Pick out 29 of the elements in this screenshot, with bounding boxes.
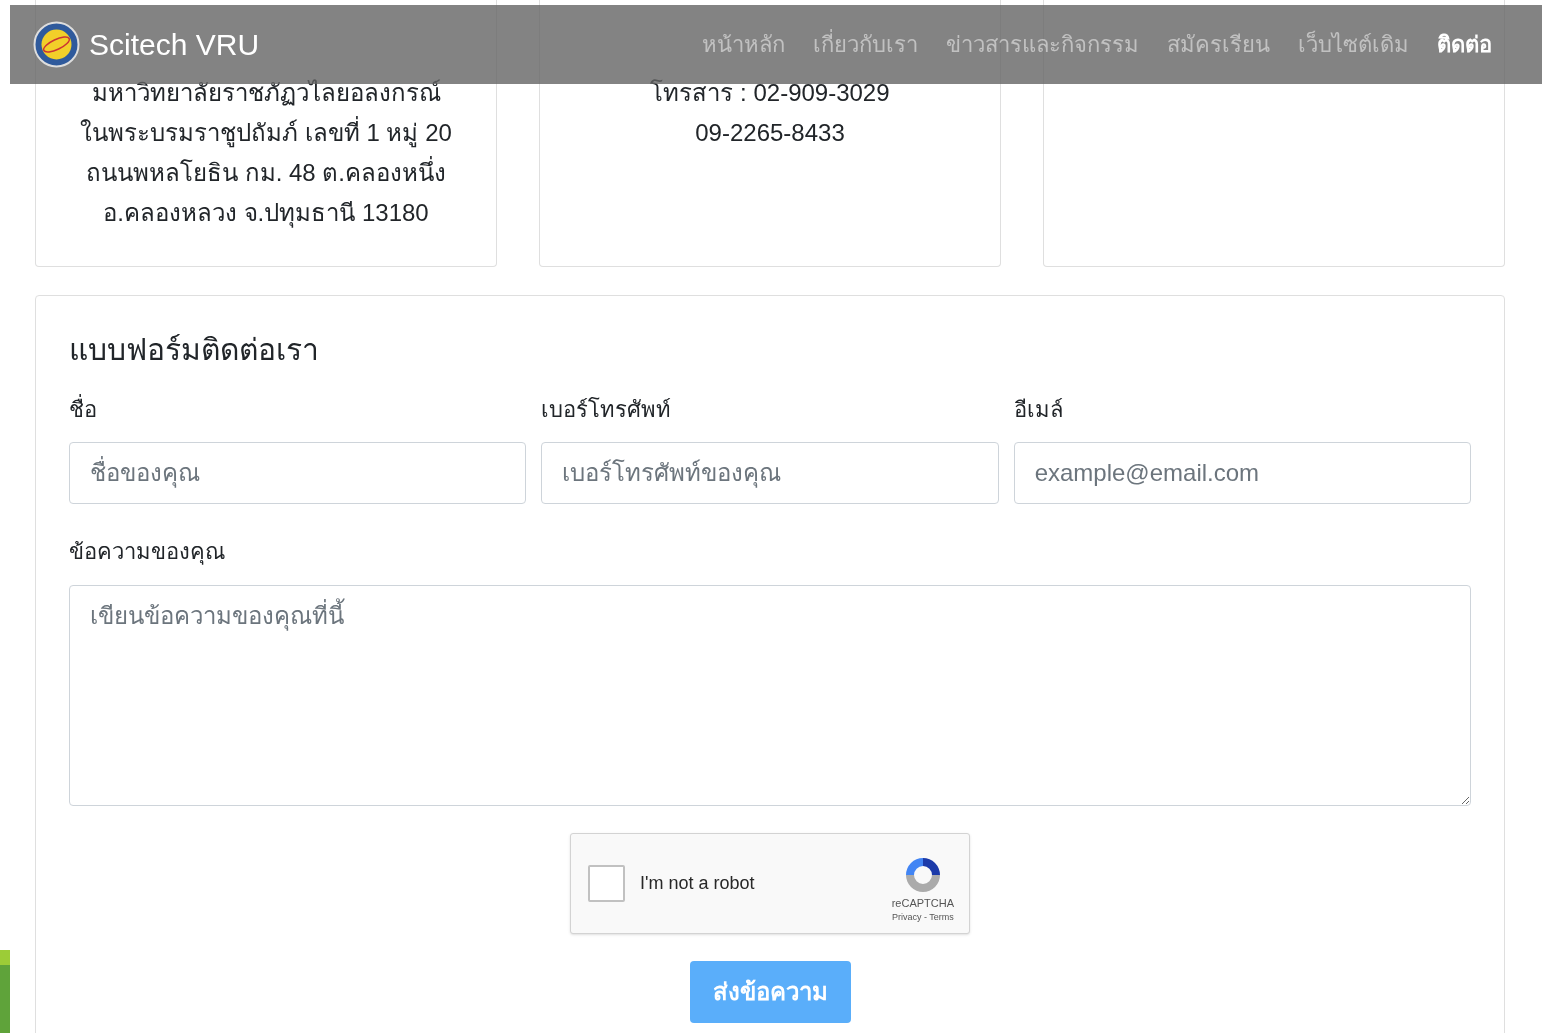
recaptcha-links[interactable]: Privacy - Terms xyxy=(891,909,954,924)
nav-link[interactable]: ข่าวสารและกิจกรรม xyxy=(946,28,1139,61)
captcha-checkbox[interactable] xyxy=(588,865,625,902)
info-text: มหาวิทยาลัยราชภัฏวไลยอลงกรณ์ xyxy=(91,78,441,108)
info-text: ถนนพหลโยธิน กม. 48 ต.คลองหนึ่ง xyxy=(85,153,446,193)
nav-link[interactable]: ติดต่อ xyxy=(1437,28,1492,61)
nav-link[interactable]: สมัครเรียน xyxy=(1167,28,1270,61)
field-label: ข้อความของคุณ xyxy=(69,538,225,567)
info-text: 09-2265-8433 xyxy=(695,118,845,148)
message-field[interactable]: เขียนข้อความของคุณที่นี้ xyxy=(69,585,1471,806)
info-text: ในพระบรมราชูปถัมภ์ เลขที่ 1 หมู่ 20 xyxy=(80,113,452,153)
input-field[interactable]: ชื่อของคุณ xyxy=(69,442,527,504)
field-label: ชื่อ xyxy=(69,390,97,430)
nav-link[interactable]: เกี่ยวกับเรา xyxy=(813,28,918,61)
side-tab[interactable] xyxy=(0,950,10,1033)
field-label: เบอร์โทรศัพท์ xyxy=(541,396,672,424)
nav-link[interactable]: เว็บไซต์เดิม xyxy=(1298,28,1409,61)
recaptcha-brand: reCAPTCHA xyxy=(891,895,954,910)
nav-link[interactable]: หน้าหลัก xyxy=(702,28,785,61)
input-field[interactable]: เบอร์โทรศัพท์ของคุณ xyxy=(541,442,999,504)
captcha-label: I'm not a robot xyxy=(640,872,755,895)
info-text: โทรสาร : 02-909-3029 xyxy=(650,78,890,108)
input-field[interactable]: example@email.com xyxy=(1013,442,1471,504)
form-title: แบบฟอร์มติดต่อเรา xyxy=(69,332,320,368)
brand-name[interactable]: Scitech VRU xyxy=(89,22,260,67)
field-label: อีเมล์ xyxy=(1013,396,1063,424)
info-text: อ.คลองหลวง จ.ปทุมธานี 13180 xyxy=(103,198,429,230)
submit-button[interactable]: ส่งข้อความ xyxy=(689,961,851,1023)
logo-icon xyxy=(33,21,80,68)
